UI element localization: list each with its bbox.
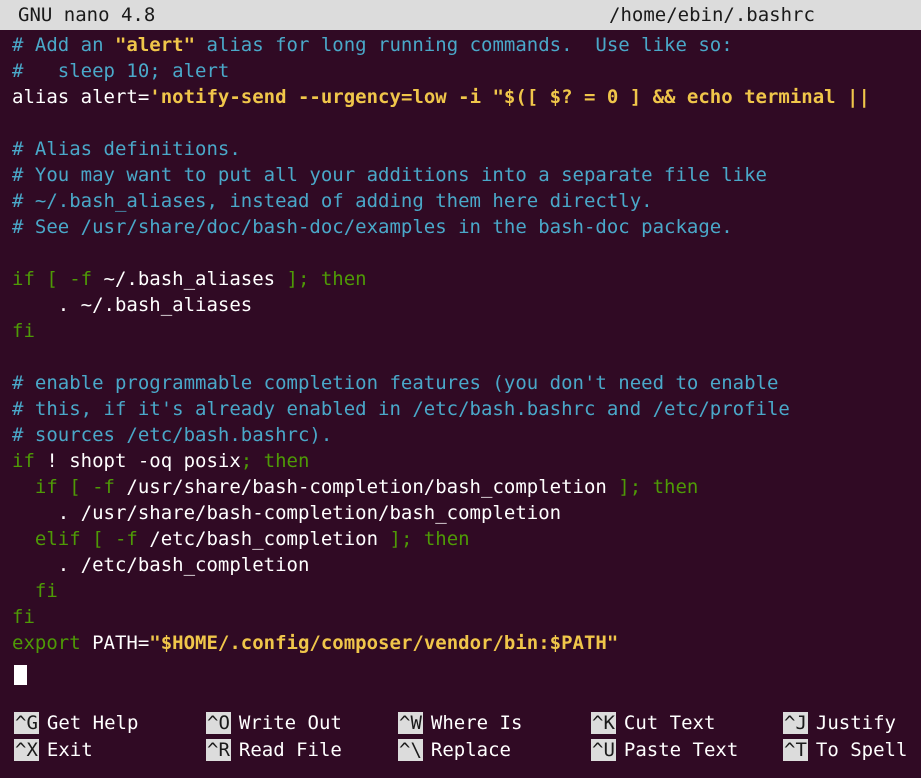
shortcut-key: ^G (14, 712, 39, 734)
code-token: ! shopt -oq posix (46, 450, 241, 472)
code-token: # sources /etc/bash.bashrc). (12, 424, 333, 446)
shortcut-key: ^K (591, 712, 616, 734)
code-token: ]; then (606, 476, 699, 498)
code-token: alias for long running commands. Use lik… (195, 34, 733, 56)
code-token: fi (12, 580, 58, 602)
code-token: fi (12, 320, 35, 342)
text-cursor (14, 665, 27, 685)
shortcut-label: Read File (238, 739, 342, 761)
code-line: alias alert='notify-send --urgency=low -… (12, 84, 870, 110)
code-line: # Add an "alert" alias for long running … (12, 32, 733, 58)
code-line: # Alias definitions. (12, 136, 241, 162)
code-token: /usr/share/bash-completion/bash_completi… (126, 476, 607, 498)
shortcut-item[interactable]: ^O Write Out (206, 710, 342, 736)
shortcut-label: Write Out (238, 712, 342, 734)
code-token: ]; then (378, 528, 470, 550)
file-path: /home/ebin/.bashrc (609, 4, 815, 26)
code-token: fi (12, 606, 35, 628)
code-token: elif [ -f (12, 528, 150, 550)
shortcut-item[interactable]: ^J Justify (783, 710, 896, 736)
shortcut-label: Cut Text (623, 712, 716, 734)
code-line: fi (12, 318, 35, 344)
shortcut-item[interactable]: ^U Paste Text (591, 737, 738, 763)
shortcut-key: ^T (783, 739, 808, 761)
code-token: # ~/.bash_aliases, instead of adding the… (12, 190, 653, 212)
title-bar: GNU nano 4.8 /home/ebin/.bashrc (0, 0, 921, 30)
code-token: if (12, 450, 47, 472)
code-line: # sleep 10; alert (12, 58, 229, 84)
program-name: GNU nano 4.8 (18, 4, 156, 26)
code-token: "$HOME/.config/composer/vendor/bin:$PATH… (149, 632, 619, 654)
code-token: alias alert= (12, 86, 150, 108)
code-token: ; then (240, 450, 310, 472)
code-token: # Add an (12, 34, 115, 56)
code-line: # enable programmable completion feature… (12, 370, 778, 396)
code-token: if [ -f (12, 476, 127, 498)
shortcut-item[interactable]: ^\ Replace (398, 737, 511, 763)
code-token: # this, if it's already enabled in /etc/… (12, 398, 790, 420)
code-line: # ~/.bash_aliases, instead of adding the… (12, 188, 653, 214)
code-token: 'notify-send --urgency=low -i "$([ $? = … (149, 86, 870, 108)
code-token: # Alias definitions. (12, 138, 241, 160)
code-token: /etc/bash_completion (149, 528, 379, 550)
shortcut-label: Exit (46, 739, 93, 761)
code-token: # sleep 10; alert (12, 60, 230, 82)
shortcut-key: ^X (14, 739, 39, 761)
code-token: ~/.bash_aliases (103, 268, 276, 290)
shortcut-item[interactable]: ^W Where Is (398, 710, 522, 736)
shortcut-label: Paste Text (623, 739, 739, 761)
code-line: export PATH="$HOME/.config/composer/vend… (12, 630, 618, 656)
code-line: # this, if it's already enabled in /etc/… (12, 396, 790, 422)
code-line: . /etc/bash_completion (12, 552, 310, 578)
shortcut-item[interactable]: ^G Get Help (14, 710, 138, 736)
shortcut-key: ^U (591, 739, 616, 761)
code-token: # See /usr/share/doc/bash-doc/examples i… (12, 216, 733, 238)
code-token: export (12, 632, 93, 654)
code-token: "alert" (114, 34, 196, 56)
shortcut-key: ^R (206, 739, 231, 761)
shortcut-item[interactable]: ^K Cut Text (591, 710, 715, 736)
shortcut-key: ^J (783, 712, 808, 734)
code-line: if ! shopt -oq posix; then (12, 448, 309, 474)
code-line: if [ -f ~/.bash_aliases ]; then (12, 266, 367, 292)
code-token: . /usr/share/bash-completion/bash_comple… (12, 502, 562, 524)
shortcut-label: Where Is (430, 712, 523, 734)
code-token: PATH= (92, 632, 150, 654)
code-token: if [ -f (12, 268, 104, 290)
code-line: elif [ -f /etc/bash_completion ]; then (12, 526, 470, 552)
shortcut-label: Get Help (46, 712, 139, 734)
code-line: . ~/.bash_aliases (12, 292, 252, 318)
shortcut-bar: ^G Get Help ^O Write Out ^W Where Is ^K Cut Tex… (0, 708, 921, 778)
shortcut-label: Replace (430, 739, 511, 761)
code-token: ]; then (275, 268, 367, 290)
code-line: if [ -f /usr/share/bash-completion/bash_… (12, 474, 698, 500)
code-line: . /usr/share/bash-completion/bash_comple… (12, 500, 561, 526)
code-line: fi (12, 578, 58, 604)
shortcut-item[interactable]: ^T To Spell (783, 737, 907, 763)
shortcut-key: ^O (206, 712, 231, 734)
shortcut-key: ^\ (398, 739, 423, 761)
shortcut-item[interactable]: ^X Exit (14, 737, 93, 763)
code-token: . /etc/bash_completion (12, 554, 310, 576)
shortcut-key: ^W (398, 712, 423, 734)
code-token: # enable programmable completion feature… (12, 372, 779, 394)
code-line: # sources /etc/bash.bashrc). (12, 422, 332, 448)
code-line: # See /usr/share/doc/bash-doc/examples i… (12, 214, 733, 240)
code-token: . ~/.bash_aliases (12, 294, 253, 316)
shortcut-item[interactable]: ^R Read File (206, 737, 342, 763)
code-line: # You may want to put all your additions… (12, 162, 767, 188)
editor-area[interactable]: # Add an "alert" alias for long running … (0, 30, 921, 690)
shortcut-label: To Spell (815, 739, 908, 761)
shortcut-label: Justify (815, 712, 896, 734)
code-line: fi (12, 604, 35, 630)
code-token: # You may want to put all your additions… (12, 164, 767, 186)
